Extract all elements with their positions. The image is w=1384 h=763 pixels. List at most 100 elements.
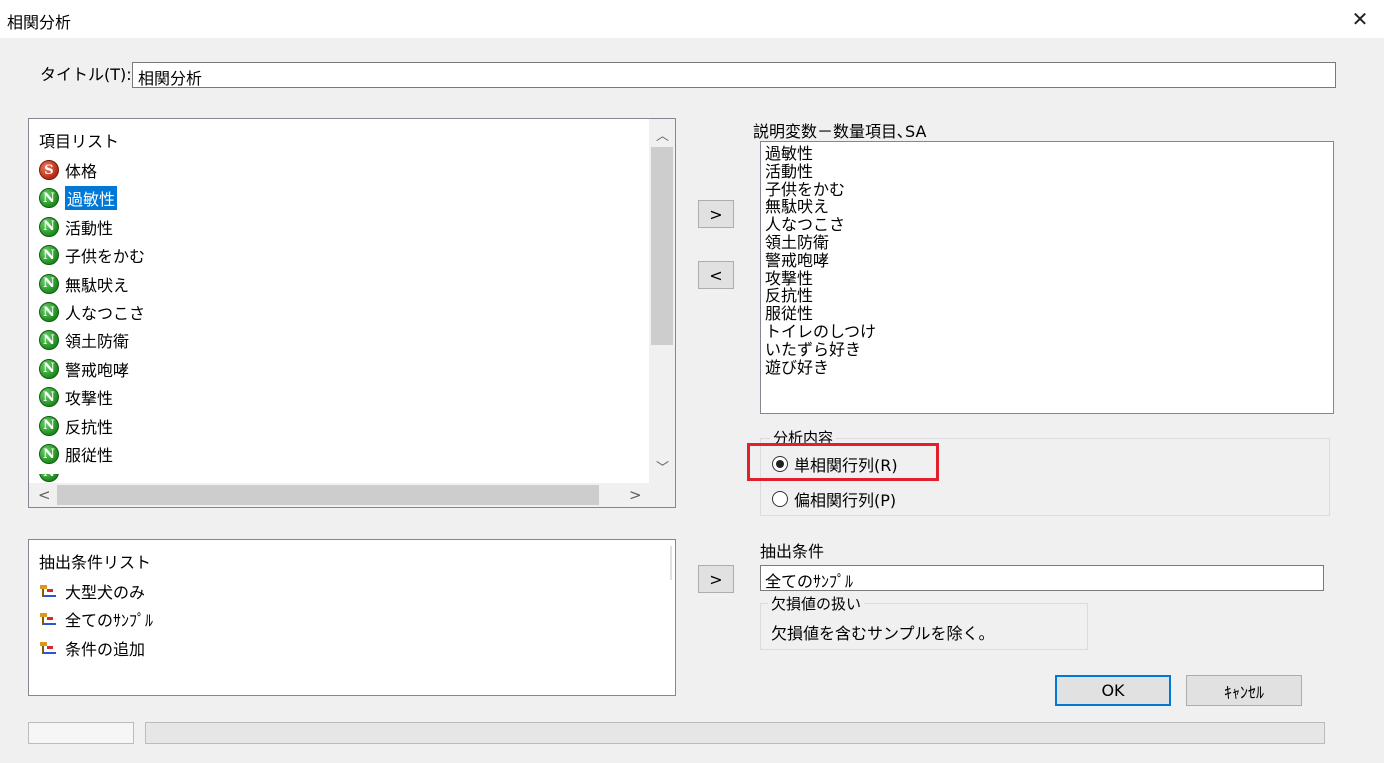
numeric-item-icon: N [39, 415, 59, 436]
list-item[interactable]: N 領土防衛 [39, 327, 129, 353]
category-item-icon: S [39, 160, 59, 180]
list-item-partial: N [39, 474, 65, 482]
vscroll-thumb[interactable] [651, 147, 673, 345]
explanatory-item[interactable]: トイレのしつけ [765, 323, 876, 341]
condition-list-scroll-stub [670, 546, 672, 580]
close-button[interactable]: ✕ [1340, 2, 1380, 36]
numeric-item-icon: N [39, 387, 59, 408]
list-item[interactable]: N 服従性 [39, 441, 113, 467]
radio-unchecked-icon[interactable] [772, 491, 788, 507]
numeric-item-icon: N [39, 358, 59, 379]
list-item[interactable]: N 子供をかむ [39, 242, 145, 268]
status-field [28, 722, 134, 744]
list-item[interactable]: N 警戒咆哮 [39, 356, 129, 382]
extraction-input[interactable]: 全てのｻﾝﾌﾟﾙ [760, 565, 1324, 591]
list-item-label: 無駄吠え [65, 275, 130, 295]
list-item[interactable]: N 反抗性 [39, 413, 113, 439]
explanatory-label: 説明変数－数量項目､SA [753, 122, 927, 141]
explanatory-item[interactable]: 無駄吠え [765, 198, 829, 216]
hscroll-thumb[interactable] [57, 485, 599, 505]
condition-item-label: 条件の追加 [65, 639, 146, 659]
remove-variable-button[interactable]: < [698, 261, 734, 289]
title-label: タイトル(T): [40, 65, 132, 84]
cancel-button[interactable]: ｷｬﾝｾﾙ [1186, 675, 1302, 706]
explanatory-item[interactable]: いたずら好き [765, 340, 861, 359]
item-list-hscrollbar[interactable]: < > [29, 483, 675, 507]
numeric-item-icon: N [39, 302, 59, 322]
scroll-down-icon[interactable]: ﹀ [656, 457, 669, 476]
numeric-item-icon: N [39, 444, 59, 464]
ok-button[interactable]: OK [1055, 675, 1171, 706]
close-icon: ✕ [1351, 7, 1369, 31]
add-variable-button[interactable]: > [698, 200, 734, 228]
list-item[interactable]: N 過敏性 [39, 185, 118, 211]
highlight-box [747, 443, 939, 481]
title-input-value: 相関分析 [138, 69, 203, 88]
explanatory-item[interactable]: 服従性 [765, 305, 813, 323]
cancel-label: ｷｬﾝｾﾙ [1223, 682, 1264, 702]
list-item-label: 服従性 [65, 446, 114, 465]
condition-item[interactable]: 大型犬のみ [39, 578, 145, 604]
radio-partial-label: 偏相関行列(P) [794, 491, 897, 510]
list-item[interactable]: N 無駄吠え [39, 271, 129, 297]
item-list-vscrollbar[interactable]: ︿ ﹀ [649, 119, 675, 483]
list-item-label: 警戒咆哮 [65, 360, 130, 380]
list-item-label: 反抗性 [65, 417, 114, 437]
list-item-label: 人なつこさ [65, 304, 146, 323]
list-item-label: 子供をかむ [65, 247, 146, 267]
explanatory-item[interactable]: 反抗性 [765, 287, 813, 305]
condition-list[interactable]: 抽出条件リスト 大型犬のみ全てのｻﾝﾌﾟﾙ 条件の追加 [28, 539, 676, 696]
numeric-item-icon: N [39, 330, 59, 351]
extraction-label: 抽出条件 [760, 542, 825, 561]
scroll-left-icon[interactable]: < [38, 486, 51, 504]
list-item[interactable]: N 人なつこさ [39, 299, 145, 325]
condition-list-header: 抽出条件リスト [39, 553, 152, 572]
explanatory-item[interactable]: 遊び好き [765, 358, 829, 377]
progress-bar [145, 722, 1325, 744]
list-item-label: 過敏性 [65, 186, 118, 211]
missing-text: 欠損値を含むサンプルを除く。 [771, 624, 995, 643]
list-item[interactable]: S 体格 [39, 157, 97, 183]
condition-tree-icon [39, 611, 61, 627]
list-item-label: 領土防衛 [65, 332, 130, 352]
add-condition-button[interactable]: > [698, 565, 734, 593]
remove-variable-label: < [709, 265, 723, 285]
numeric-item-icon: N [39, 245, 59, 266]
add-condition-label: > [709, 569, 723, 589]
list-item-label: 活動性 [65, 218, 114, 238]
list-item-label: 攻撃性 [65, 389, 114, 409]
item-list-header: 項目リスト [39, 132, 120, 151]
title-input[interactable]: 相関分析 [132, 62, 1336, 88]
scroll-right-icon[interactable]: > [629, 486, 642, 504]
extraction-value: 全てのｻﾝﾌﾟﾙ [765, 572, 854, 591]
condition-item-label: 全てのｻﾝﾌﾟﾙ [65, 611, 154, 631]
explanatory-item[interactable]: 攻撃性 [765, 269, 813, 288]
numeric-item-icon: N [39, 216, 59, 237]
explanatory-item[interactable]: 過敏性 [765, 145, 813, 163]
list-item-label: 体格 [65, 162, 98, 181]
numeric-item-icon: N [39, 474, 59, 482]
explanatory-list[interactable]: 過敏性 活動性 子供をかむ 無駄吠え 人なつこさ 領土防衛 警戒咆哮 攻撃性 反抗性 服従性 トイレ… [760, 141, 1334, 414]
list-item[interactable]: N 攻撃性 [39, 384, 113, 410]
title-bar: 相関分析 ✕ [0, 0, 1384, 38]
missing-group-label: 欠損値の扱い [768, 593, 865, 614]
radio-partial-correlation[interactable]: 偏相関行列(P) [772, 487, 896, 511]
numeric-item-icon: N [39, 273, 59, 294]
item-list[interactable]: 項目リスト S 体格 N 過敏性 N 活動性 N 子供をかむ N 無駄吠え N 人なつこさ N 領土防衛 N… [28, 118, 676, 508]
explanatory-item[interactable]: 警戒咆哮 [765, 251, 829, 270]
add-variable-label: > [709, 204, 723, 224]
ok-label: OK [1101, 681, 1125, 700]
numeric-item-icon: N [39, 188, 59, 209]
explanatory-item[interactable]: 子供をかむ [765, 180, 845, 199]
condition-item[interactable]: 全てのｻﾝﾌﾟﾙ [39, 606, 153, 632]
condition-tree-icon [39, 640, 61, 656]
condition-tree-icon [39, 583, 61, 599]
window-title: 相関分析 [7, 13, 72, 32]
explanatory-item[interactable]: 活動性 [765, 162, 813, 181]
condition-item[interactable]: 条件の追加 [39, 635, 145, 661]
explanatory-item[interactable]: 領土防衛 [765, 234, 829, 252]
list-item[interactable]: N 活動性 [39, 214, 113, 240]
explanatory-item[interactable]: 人なつこさ [765, 216, 845, 234]
condition-item-label: 大型犬のみ [65, 583, 146, 602]
scroll-up-icon[interactable]: ︿ [656, 125, 669, 144]
